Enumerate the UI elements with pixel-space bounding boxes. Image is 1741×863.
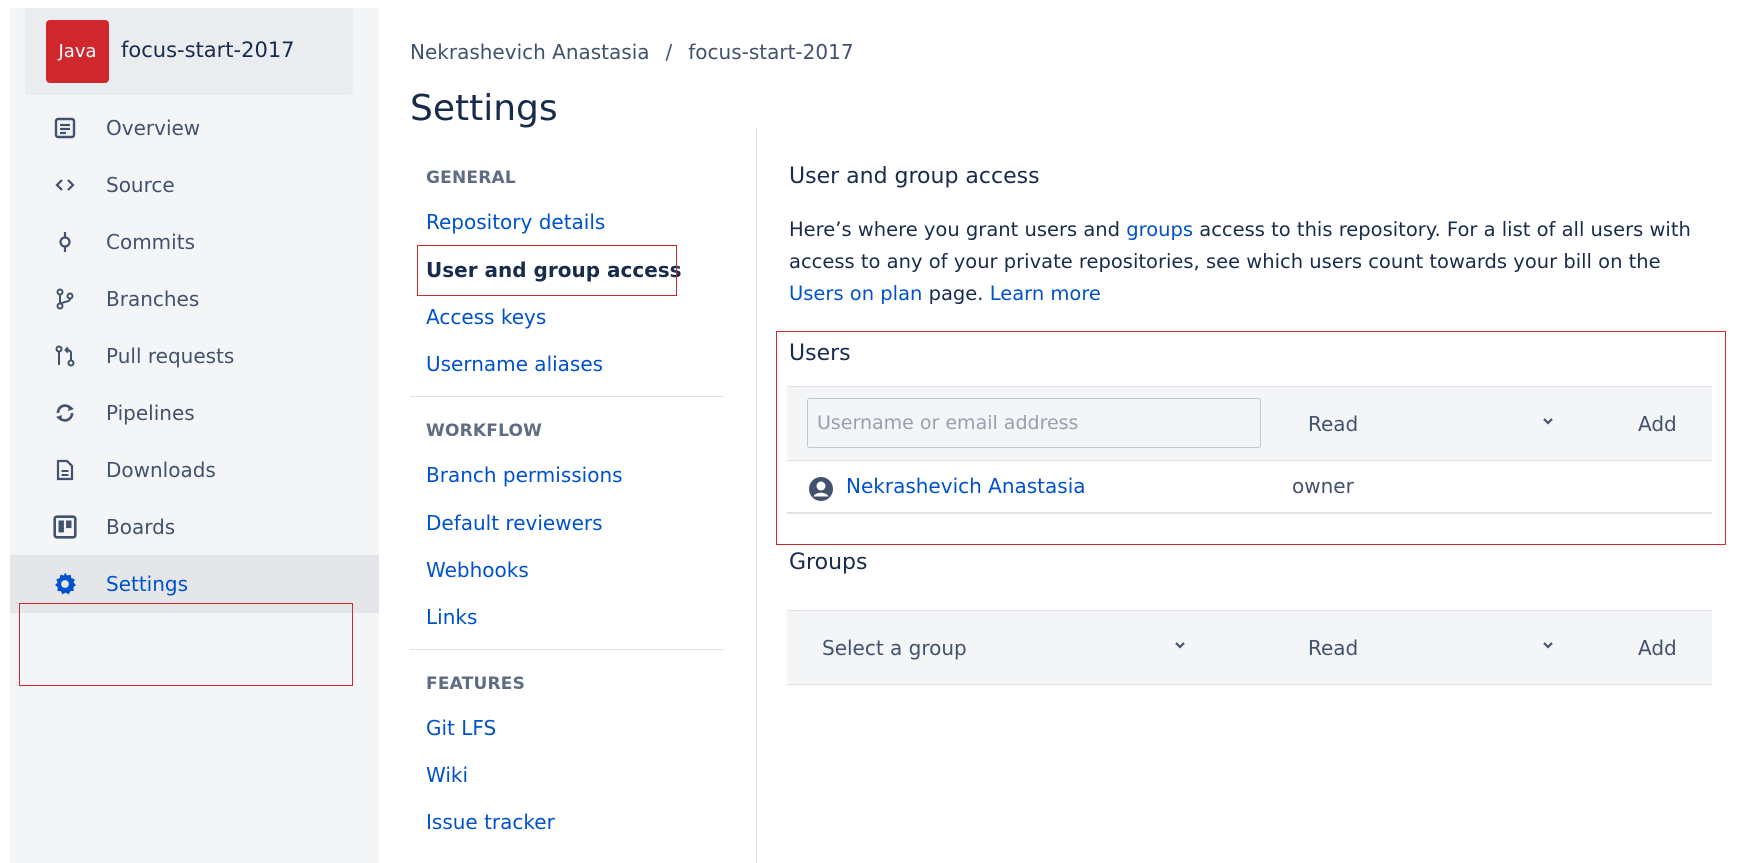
sidebar-item-boards[interactable]: Boards bbox=[10, 498, 379, 556]
settings-nav-heading-features: FEATURES bbox=[426, 674, 526, 694]
group-permission-select[interactable]: Read bbox=[1308, 636, 1358, 660]
user-avatar-icon bbox=[808, 476, 834, 502]
settings-nav-heading-workflow: WORKFLOW bbox=[426, 421, 543, 441]
pull-request-icon bbox=[50, 341, 80, 371]
sidebar-item-pipelines[interactable]: Pipelines bbox=[10, 384, 379, 442]
settings-link-webhooks[interactable]: Webhooks bbox=[426, 558, 529, 582]
sidebar-item-branches[interactable]: Branches bbox=[10, 270, 379, 328]
user-name-link[interactable]: Nekrashevich Anastasia bbox=[846, 474, 1086, 498]
settings-link-access-keys[interactable]: Access keys bbox=[426, 305, 546, 329]
sidebar-item-label: Boards bbox=[106, 515, 176, 539]
breadcrumb: Nekrashevich Anastasia / focus-start-2017 bbox=[410, 40, 854, 64]
users-heading: Users bbox=[789, 341, 851, 366]
access-description: Here’s where you grant users and groups … bbox=[789, 214, 1709, 310]
desc-text: page. bbox=[922, 282, 990, 305]
settings-nav-heading-general: GENERAL bbox=[426, 168, 516, 188]
settings-link-username-aliases[interactable]: Username aliases bbox=[426, 352, 603, 376]
sidebar-item-label: Branches bbox=[106, 287, 200, 311]
settings-nav-divider bbox=[410, 396, 724, 397]
user-permission-select[interactable]: Read bbox=[1308, 412, 1358, 436]
board-icon bbox=[50, 512, 80, 542]
pipelines-icon bbox=[50, 398, 80, 428]
frame-left bbox=[0, 0, 10, 863]
sidebar-item-commits[interactable]: Commits bbox=[10, 213, 379, 271]
settings-link-user-and-group-access[interactable]: User and group access bbox=[426, 258, 682, 282]
sidebar-item-label: Commits bbox=[106, 230, 195, 254]
add-group-button[interactable]: Add bbox=[1638, 636, 1677, 660]
sidebar-item-pull-requests[interactable]: Pull requests bbox=[10, 327, 379, 385]
settings-link-repository-details[interactable]: Repository details bbox=[426, 210, 605, 234]
sidebar-item-downloads[interactable]: Downloads bbox=[10, 441, 379, 499]
frame-top bbox=[0, 0, 1741, 8]
document-icon bbox=[50, 113, 80, 143]
sidebar-item-label: Pipelines bbox=[106, 401, 195, 425]
sidebar-item-settings[interactable]: Settings bbox=[10, 555, 379, 613]
desc-text: Here’s where you grant users and bbox=[789, 218, 1127, 241]
section-title: User and group access bbox=[789, 164, 1040, 189]
add-user-button[interactable]: Add bbox=[1638, 412, 1677, 436]
group-select[interactable]: Select a group bbox=[822, 636, 967, 660]
sidebar-item-source[interactable]: Source bbox=[10, 156, 379, 214]
sidebar-item-label: Downloads bbox=[106, 458, 216, 482]
sidebar-item-label: Settings bbox=[106, 572, 189, 596]
code-icon bbox=[50, 170, 80, 200]
sidebar: Java focus-start-2017 Overview Source Co… bbox=[10, 8, 379, 863]
groups-heading: Groups bbox=[789, 550, 868, 575]
branch-icon bbox=[50, 284, 80, 314]
page-title: Settings bbox=[410, 88, 558, 129]
chevron-down-icon[interactable] bbox=[1173, 637, 1187, 651]
chevron-down-icon[interactable] bbox=[1541, 637, 1555, 651]
user-role: owner bbox=[1292, 474, 1354, 498]
settings-link-branch-permissions[interactable]: Branch permissions bbox=[426, 463, 623, 487]
repo-name: focus-start-2017 bbox=[121, 38, 295, 62]
content-divider bbox=[756, 128, 757, 863]
settings-nav-divider bbox=[410, 649, 724, 650]
sidebar-item-label: Pull requests bbox=[106, 344, 235, 368]
settings-link-git-lfs[interactable]: Git LFS bbox=[426, 716, 496, 740]
sidebar-item-label: Source bbox=[106, 173, 175, 197]
download-icon bbox=[50, 455, 80, 485]
sidebar-item-label: Overview bbox=[106, 116, 201, 140]
settings-link-links[interactable]: Links bbox=[426, 605, 477, 629]
learn-more-link[interactable]: Learn more bbox=[990, 282, 1101, 305]
sidebar-item-overview[interactable]: Overview bbox=[10, 99, 379, 157]
gear-icon bbox=[50, 569, 80, 599]
breadcrumb-separator: / bbox=[665, 40, 673, 64]
breadcrumb-owner[interactable]: Nekrashevich Anastasia bbox=[410, 40, 650, 64]
settings-link-default-reviewers[interactable]: Default reviewers bbox=[426, 511, 603, 535]
repo-header[interactable]: Java focus-start-2017 bbox=[25, 8, 353, 95]
settings-link-wiki[interactable]: Wiki bbox=[426, 763, 468, 787]
groups-link[interactable]: groups bbox=[1126, 218, 1193, 241]
repo-avatar: Java bbox=[46, 20, 109, 83]
settings-link-issue-tracker[interactable]: Issue tracker bbox=[426, 810, 555, 834]
username-input[interactable]: Username or email address bbox=[807, 398, 1261, 448]
breadcrumb-repo[interactable]: focus-start-2017 bbox=[688, 40, 853, 64]
chevron-down-icon[interactable] bbox=[1541, 413, 1555, 427]
users-on-plan-link[interactable]: Users on plan bbox=[789, 282, 922, 305]
commit-icon bbox=[50, 227, 80, 257]
